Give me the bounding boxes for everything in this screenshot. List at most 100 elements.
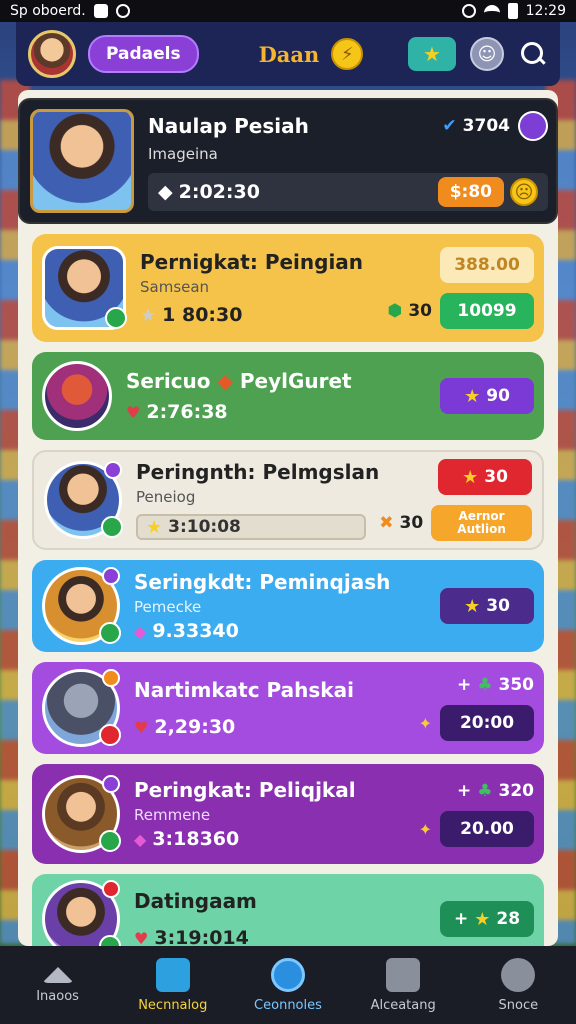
list-item[interactable]: Peringnth: Pelmgslan Peneiog ★ 3:10:08 ★ 3…	[32, 450, 544, 550]
player-avatar	[42, 567, 121, 645]
level-badge	[101, 516, 123, 538]
level-badge	[99, 935, 121, 946]
plus-icon: +	[457, 781, 472, 801]
leaderboard-list: Naulap Pesiah ✔ 3704 Imageina ◆ 2:02:30 $:…	[18, 90, 558, 946]
points-tag[interactable]: 10099	[440, 293, 534, 329]
featured-sub: Imageina	[148, 145, 218, 163]
list-item[interactable]: Peringkat: Peliqjkal Remmene ◆ 3:18360 + ♣…	[32, 764, 544, 864]
list-item[interactable]: Pernigkat: Peingian Samsean ★ 1 80:30 388…	[32, 234, 544, 342]
action-button[interactable]: Aernor Autlion	[431, 505, 532, 541]
stat-value: 30	[408, 301, 432, 321]
rank-badge	[102, 669, 120, 687]
score-tag[interactable]: ★ 30	[438, 459, 532, 495]
player-time: 3:18360	[152, 828, 240, 850]
featured-card[interactable]: Naulap Pesiah ✔ 3704 Imageina ◆ 2:02:30 $:…	[18, 98, 558, 224]
wifi-icon	[483, 5, 500, 17]
list-item[interactable]: Nartimkatc Pahskai ♥ 2,29:30 + ♣ 350 ✦ 20:0…	[32, 662, 544, 754]
person-icon	[501, 957, 536, 992]
star-button[interactable]: ★	[408, 37, 456, 71]
level-badge	[99, 830, 121, 852]
score-tag[interactable]: 20.00	[440, 811, 534, 847]
battery-icon	[507, 3, 518, 19]
plus-icon: +	[453, 909, 469, 929]
progress-bar: ★ 3:10:08	[136, 514, 366, 540]
player-name: Sericuo	[126, 369, 211, 393]
player-sub: Remmene	[134, 806, 211, 824]
star-icon: ★	[462, 466, 479, 488]
home-icon	[41, 966, 74, 983]
badge-icon: ✖	[379, 513, 394, 533]
like-icon: ✔	[442, 116, 457, 136]
list-item[interactable]: Sericuo ◆ PeylGuret ♥ 2:76:38 ★ 90	[32, 352, 544, 440]
clover-icon: ♣	[477, 781, 493, 801]
page-title: Daan	[258, 41, 320, 67]
featured-reward[interactable]: $:80	[437, 177, 504, 207]
star-icon: ★	[464, 385, 481, 407]
featured-timer: ◆ 2:02:30 $:80 ☹	[148, 173, 548, 211]
avatar[interactable]	[28, 30, 76, 78]
player-time: 1 80:30	[162, 304, 243, 326]
player-time: 3:19:014	[154, 927, 249, 946]
star-icon: ★	[464, 595, 481, 617]
sync-icon	[115, 4, 130, 18]
level-badge	[105, 307, 127, 329]
nav-item-profile[interactable]: Snoce	[463, 957, 573, 1013]
score-tag[interactable]: ★ 90	[440, 378, 534, 414]
gem-icon: ⬢	[387, 301, 403, 321]
emoji-button[interactable]: ☺	[470, 37, 504, 71]
star-icon: ★	[474, 908, 491, 930]
catalog-icon	[155, 957, 190, 992]
player-avatar	[42, 246, 127, 330]
top-bar: Padaels Daan ⚡ ★ ☺	[16, 22, 560, 86]
heart-icon: ♥	[134, 717, 149, 737]
player-name: Peringkat: Peliqjkal	[134, 778, 356, 802]
rank-badge	[102, 775, 120, 793]
level-badge	[99, 622, 121, 644]
player-name: Pernigkat: Peingian	[140, 250, 364, 274]
search-icon[interactable]	[518, 39, 548, 69]
player-time: 2:76:38	[146, 401, 228, 423]
player-sub: Samsean	[140, 278, 210, 296]
player-time: 9.33340	[152, 620, 239, 642]
list-item[interactable]: Datingaam ♥ 3:19:014 + ★ 28	[32, 874, 544, 946]
alarm-icon	[461, 4, 476, 18]
stat-value: 320	[498, 781, 535, 801]
stat-value: 350	[498, 675, 535, 695]
star-icon: ★	[423, 42, 441, 66]
star-icon: ★	[140, 304, 157, 326]
level-badge	[99, 724, 121, 746]
player-sub: Peneiog	[136, 488, 196, 506]
rank-badge	[102, 880, 120, 898]
gem-icon: ◆	[134, 829, 147, 849]
score-tag[interactable]: ★ 30	[440, 588, 534, 624]
nav-item-home[interactable]: Inaoos	[3, 966, 113, 1004]
coin-icon[interactable]: ⚡	[331, 38, 364, 70]
featured-likes: 3704	[462, 116, 510, 136]
bottom-nav: Inaoos Necnnalog Ceonnoles Alceatang Sno…	[0, 946, 576, 1024]
player-avatar	[44, 461, 123, 539]
nav-item-ranking[interactable]: Alceatang	[348, 957, 458, 1013]
score-tag[interactable]: 388.00	[440, 247, 534, 283]
bolt-icon: ✦	[418, 819, 432, 839]
nav-item-controls[interactable]: Ceonnoles	[233, 957, 343, 1013]
player-name: Nartimkatc Pahskai	[134, 678, 354, 702]
player-name: Datingaam	[134, 889, 257, 913]
nav-item-catalog[interactable]: Necnnalog	[118, 957, 228, 1013]
chart-icon	[386, 957, 421, 992]
player-name-secondary: PeylGuret	[239, 369, 352, 393]
profile-pill-button[interactable]: Padaels	[88, 35, 199, 73]
gift-icon: ◆	[217, 369, 233, 393]
gem-icon: ◆	[134, 621, 147, 641]
face-icon: ☺	[477, 43, 497, 65]
notification-icon	[93, 4, 108, 18]
star-icon: ★	[146, 516, 163, 538]
score-tag[interactable]: + ★ 28	[440, 901, 534, 937]
list-item[interactable]: Seringkdt: Peminqjash Pemecke ◆ 9.33340 ★…	[32, 560, 544, 652]
heart-icon: ♥	[134, 928, 149, 947]
chat-icon[interactable]	[518, 111, 548, 141]
player-name: Peringnth: Pelmgslan	[136, 460, 380, 484]
score-tag[interactable]: 20:00	[440, 705, 534, 741]
player-avatar	[42, 880, 121, 946]
player-name: Seringkdt: Peminqjash	[134, 570, 391, 594]
carrier-label: Sp oboerd.	[10, 3, 86, 19]
